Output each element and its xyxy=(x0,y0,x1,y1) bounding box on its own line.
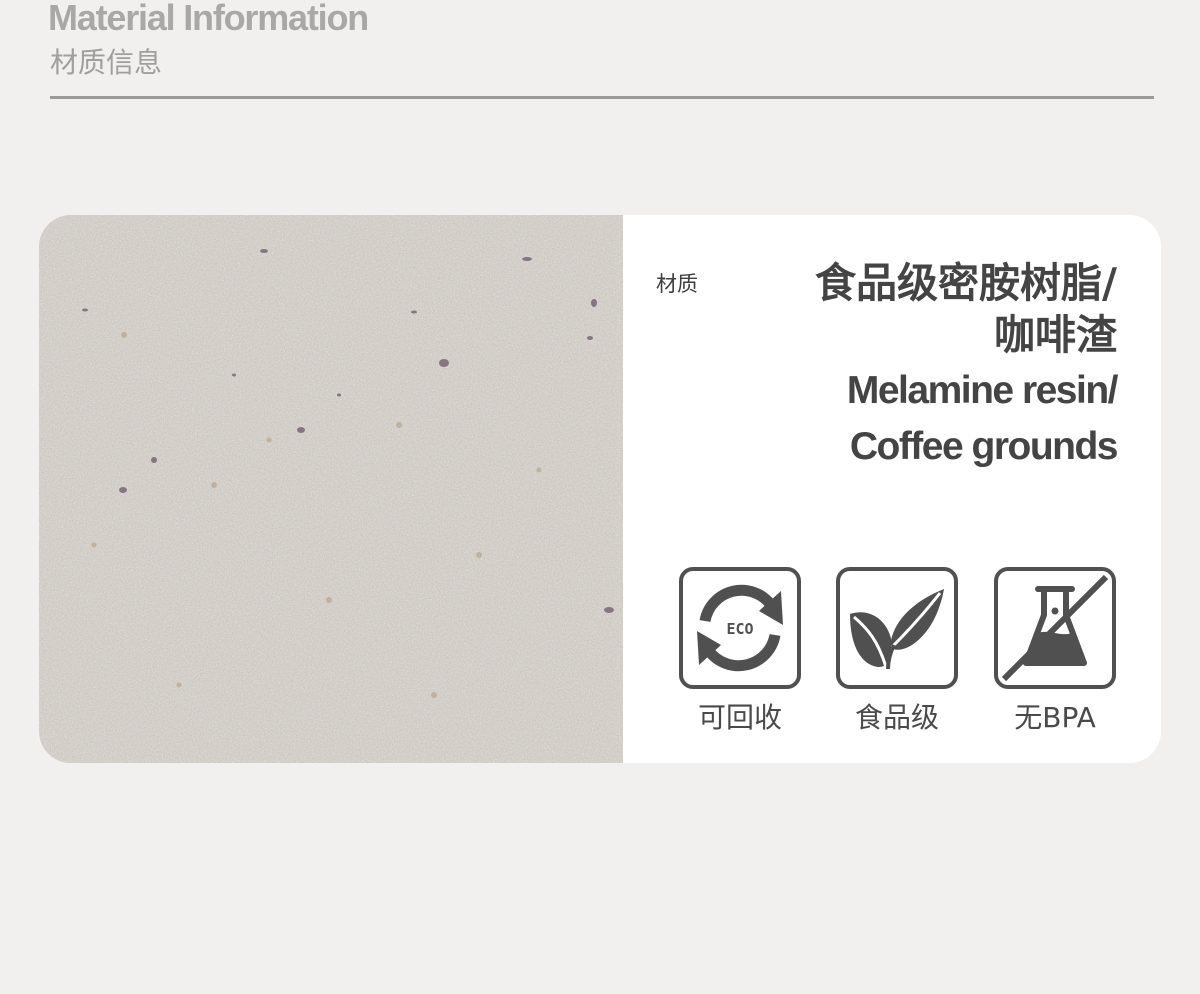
badge-caption: 可回收 xyxy=(697,701,782,734)
eco-recycle-icon: ECO xyxy=(697,584,783,672)
badge-frame: ECO xyxy=(679,567,801,689)
material-value-cn-line2: 咖啡渣 xyxy=(994,311,1117,359)
badge-bpa-free: 无BPA xyxy=(994,567,1116,735)
material-value: 食品级密胺树脂/ 咖啡渣 Melamine resin/ Coffee grou… xyxy=(815,257,1119,473)
material-card: 材质 食品级密胺树脂/ 咖啡渣 Melamine resin/ Coffee g… xyxy=(39,215,1161,763)
material-info-panel: 材质 食品级密胺树脂/ 咖啡渣 Melamine resin/ Coffee g… xyxy=(623,215,1161,763)
badge-caption: 食品级 xyxy=(854,701,939,734)
svg-text:ECO: ECO xyxy=(726,620,753,638)
no-bpa-flask-icon xyxy=(1001,574,1109,682)
badge-food-grade: 食品级 xyxy=(836,567,958,735)
page-subtitle: 材质信息 xyxy=(50,46,163,79)
leaf-icon xyxy=(850,589,944,670)
badge-frame xyxy=(994,567,1116,689)
feature-badges: ECO 可回收 食品级 无BPA xyxy=(679,567,1119,737)
material-value-en-line2: Coffee grounds xyxy=(849,425,1119,468)
material-texture-image xyxy=(39,215,623,763)
badge-frame xyxy=(836,567,958,689)
badge-recyclable: ECO 可回收 xyxy=(679,567,801,735)
material-label: 材质 xyxy=(656,272,698,296)
material-value-cn-line1: 食品级密胺树脂/ xyxy=(815,259,1117,307)
badge-caption: 无BPA xyxy=(1014,701,1096,734)
page-title: Material Information xyxy=(48,0,369,38)
header-divider xyxy=(50,96,1154,99)
material-value-en-line1: Melamine resin/ xyxy=(846,369,1119,412)
